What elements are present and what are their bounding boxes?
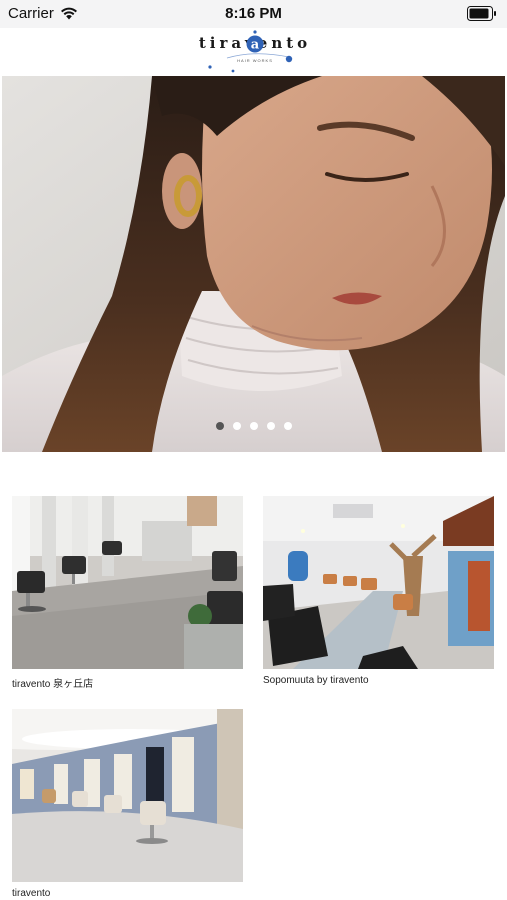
shop-name: Sopomuuta by tiravento [263,675,369,686]
carousel-dot-4[interactable] [266,422,275,430]
shop-photo [12,709,243,882]
hero-carousel[interactable] [2,76,505,452]
carousel-dot-3[interactable] [249,422,258,430]
shop-photo [12,496,243,669]
shop-name: tiravento [12,888,51,899]
app-screen: Carrier 8:16 PM tiravento a [0,0,507,900]
svg-text:a: a [251,38,260,53]
shop-photo [263,496,494,669]
app-header: tiravento a HAIR WORKS [0,28,507,76]
shop-card-sopomuuta[interactable]: Sopomuuta by tiravento [263,496,494,686]
logo-subtext: HAIR WORKS [237,58,273,63]
logo-ornament: a [208,30,293,73]
hero-photo [2,76,505,452]
brand-logo[interactable]: tiravento a HAIR WORKS [185,28,325,74]
carousel-page-indicator[interactable] [2,422,505,430]
shop-card-izumigaoka[interactable]: tiravento 泉ヶ丘店 [12,496,243,690]
carousel-dot-1[interactable] [215,422,224,430]
carousel-dot-5[interactable] [283,422,292,430]
battery-icon [467,6,496,21]
status-bar: Carrier 8:16 PM [0,0,507,28]
carousel-dot-2[interactable] [232,422,241,430]
shop-name: tiravento 泉ヶ丘店 [12,679,94,690]
clock: 8:16 PM [225,5,282,22]
shop-card-tiravento[interactable]: tiravento [12,709,243,899]
